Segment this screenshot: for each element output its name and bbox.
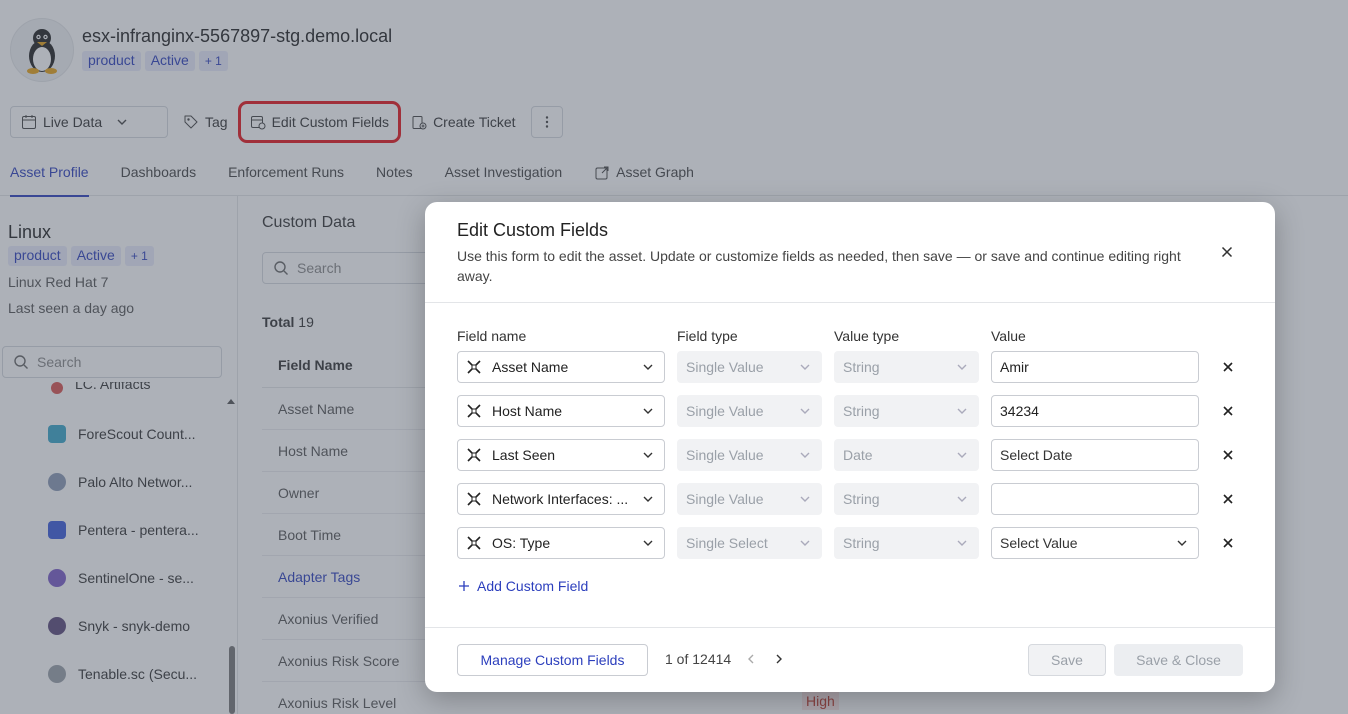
custom-field-row: Network Interfaces: ... Single Value Str…: [457, 483, 1247, 515]
close-icon[interactable]: [1219, 244, 1235, 260]
date-picker-input[interactable]: Select Date: [991, 439, 1199, 471]
custom-field-icon: [466, 491, 482, 507]
chevron-down-icon: [640, 403, 656, 419]
field-value-text: 34234: [1000, 403, 1039, 419]
field-name-value: Asset Name: [492, 359, 569, 375]
add-custom-field-button[interactable]: Add Custom Field: [457, 578, 588, 594]
value-type-value: String: [843, 491, 880, 507]
field-name-select[interactable]: Asset Name: [457, 351, 665, 383]
chevron-down-icon: [954, 403, 970, 419]
field-type-select: Single Value: [677, 351, 822, 383]
value-type-value: String: [843, 359, 880, 375]
field-type-value: Single Value: [686, 359, 764, 375]
field-type-select: Single Value: [677, 395, 822, 427]
column-header-field-type: Field type: [677, 328, 738, 344]
custom-field-row: Asset Name Single Value String Amir: [457, 351, 1247, 383]
field-value-input[interactable]: [991, 483, 1199, 515]
field-name-value: Host Name: [492, 403, 563, 419]
value-type-select: String: [834, 395, 979, 427]
field-value-input[interactable]: 34234: [991, 395, 1199, 427]
value-type-value: String: [843, 535, 880, 551]
field-value-text: Amir: [1000, 359, 1029, 375]
value-type-select: String: [834, 483, 979, 515]
save-button[interactable]: Save: [1028, 644, 1106, 676]
value-type-value: Date: [843, 447, 873, 463]
plus-icon: [457, 579, 471, 593]
custom-field-row: OS: Type Single Select String Select Val…: [457, 527, 1247, 559]
chevron-down-icon: [640, 491, 656, 507]
custom-field-row: Last Seen Single Value Date Select Date: [457, 439, 1247, 471]
custom-field-icon: [466, 403, 482, 419]
manage-custom-fields-button[interactable]: Manage Custom Fields: [457, 644, 648, 676]
remove-field-icon[interactable]: [1220, 403, 1236, 419]
dialog-title: Edit Custom Fields: [457, 220, 609, 240]
chevron-down-icon: [640, 447, 656, 463]
field-name-value: Network Interfaces: ...: [492, 491, 629, 507]
field-name-value: Last Seen: [492, 447, 556, 463]
field-name-value: OS: Type: [492, 535, 551, 551]
chevron-down-icon: [640, 535, 656, 551]
chevron-down-icon: [797, 403, 813, 419]
field-name-select[interactable]: OS: Type: [457, 527, 665, 559]
value-select[interactable]: Select Value: [991, 527, 1199, 559]
chevron-down-icon: [797, 447, 813, 463]
value-type-select: String: [834, 527, 979, 559]
column-header-value: Value: [991, 328, 1026, 344]
value-type-select: Date: [834, 439, 979, 471]
dialog-description: Use this form to edit the asset. Update …: [457, 248, 1181, 284]
remove-field-icon[interactable]: [1220, 447, 1236, 463]
chevron-down-icon: [954, 447, 970, 463]
divider: [425, 302, 1275, 303]
chevron-left-icon[interactable]: [743, 651, 759, 667]
save-and-close-button[interactable]: Save & Close: [1114, 644, 1243, 676]
chevron-down-icon: [797, 491, 813, 507]
divider: [425, 627, 1275, 628]
select-value-placeholder: Select Value: [1000, 535, 1078, 551]
column-header-field-name: Field name: [457, 328, 527, 344]
field-type-value: Single Value: [686, 491, 764, 507]
edit-custom-fields-dialog: Edit Custom Fields Use this form to edit…: [425, 202, 1275, 692]
field-name-select[interactable]: Network Interfaces: ...: [457, 483, 665, 515]
value-type-select: String: [834, 351, 979, 383]
date-placeholder: Select Date: [1000, 447, 1073, 463]
field-type-select: Single Select: [677, 527, 822, 559]
pager-text: 1 of 12414: [665, 651, 732, 667]
field-name-select[interactable]: Last Seen: [457, 439, 665, 471]
chevron-down-icon: [797, 359, 813, 375]
chevron-down-icon: [954, 535, 970, 551]
chevron-down-icon: [797, 535, 813, 551]
asset-pager: 1 of 12414: [665, 651, 787, 667]
field-type-select: Single Value: [677, 483, 822, 515]
value-type-value: String: [843, 403, 880, 419]
remove-field-icon[interactable]: [1220, 535, 1236, 551]
field-type-value: Single Value: [686, 403, 764, 419]
custom-field-icon: [466, 359, 482, 375]
chevron-down-icon: [954, 359, 970, 375]
field-type-value: Single Value: [686, 447, 764, 463]
field-name-select[interactable]: Host Name: [457, 395, 665, 427]
field-type-value: Single Select: [686, 535, 768, 551]
chevron-right-icon[interactable]: [771, 651, 787, 667]
chevron-down-icon: [954, 491, 970, 507]
chevron-down-icon: [640, 359, 656, 375]
remove-field-icon[interactable]: [1220, 491, 1236, 507]
column-header-value-type: Value type: [834, 328, 900, 344]
field-type-select: Single Value: [677, 439, 822, 471]
custom-field-row: Host Name Single Value String 34234: [457, 395, 1247, 427]
chevron-down-icon: [1174, 535, 1190, 551]
field-value-input[interactable]: Amir: [991, 351, 1199, 383]
remove-field-icon[interactable]: [1220, 359, 1236, 375]
custom-field-icon: [466, 535, 482, 551]
add-custom-field-label: Add Custom Field: [477, 578, 589, 594]
custom-field-icon: [466, 447, 482, 463]
